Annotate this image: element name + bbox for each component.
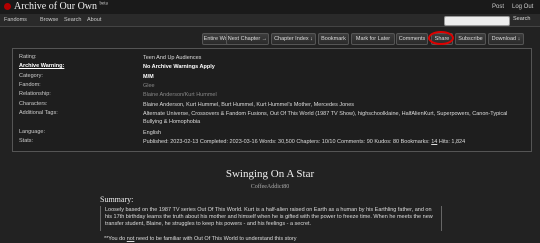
search-button[interactable]: Search: [511, 15, 532, 23]
nav-browse[interactable]: Browse: [40, 17, 58, 23]
download-button[interactable]: Download ↓: [488, 33, 524, 45]
rating-label: Rating:: [19, 54, 37, 60]
summary-text: Loosely based on the 1987 TV series Out …: [105, 207, 433, 227]
warning-label[interactable]: Archive Warning:: [19, 63, 64, 69]
language-label: Language:: [19, 129, 45, 135]
stats-label: Stats:: [19, 138, 34, 144]
language-value: English: [143, 130, 162, 136]
characters-label: Characters:: [19, 101, 48, 107]
summary-block: Loosely based on the 1987 TV series Out …: [100, 206, 442, 231]
nav-about[interactable]: About: [87, 17, 101, 23]
category-value[interactable]: M/M: [143, 73, 521, 81]
work-author[interactable]: CoffeeAddict80: [0, 184, 540, 190]
characters-value[interactable]: Blaine Anderson, Kurt Hummel, Burt Humme…: [143, 101, 521, 109]
rating-value[interactable]: Teen And Up Audiences: [143, 54, 521, 62]
logout-link[interactable]: Log Out: [512, 4, 533, 10]
nav-fandoms[interactable]: Fandoms: [4, 17, 27, 23]
fandom-value[interactable]: Glee: [143, 82, 521, 90]
category-label: Category:: [19, 73, 43, 79]
next-chapter-button[interactable]: Next Chapter →: [226, 33, 269, 45]
mark-for-later-button[interactable]: Mark for Later: [351, 33, 395, 45]
site-name[interactable]: Archive of Our Own beta: [14, 1, 108, 12]
relationship-label: Relationship:: [19, 91, 51, 97]
subscribe-button[interactable]: Subscribe: [455, 33, 486, 45]
comments-button[interactable]: Comments: [396, 33, 428, 45]
post-link[interactable]: Post: [492, 4, 504, 10]
nav-search[interactable]: Search: [64, 17, 81, 23]
stats-value: Published: 2023-02-13 Completed: 2023-03…: [143, 139, 466, 145]
tags-value[interactable]: Alternate Universe, Crossovers & Fandom …: [143, 110, 521, 126]
summary-heading: Summary:: [100, 195, 134, 204]
fandom-label: Fandom:: [19, 82, 41, 88]
share-highlight-circle: [428, 31, 454, 45]
ao3-logo-icon[interactable]: [4, 3, 11, 10]
tags-label: Additional Tags:: [19, 110, 58, 116]
search-input[interactable]: [444, 16, 510, 26]
work-meta: Rating: Teen And Up Audiences Archive Wa…: [12, 48, 532, 152]
warning-value[interactable]: No Archive Warnings Apply: [143, 63, 521, 71]
bookmark-button[interactable]: Bookmark: [318, 33, 349, 45]
work-title: Swinging On A Star: [225, 168, 315, 180]
site-header: Archive of Our Own beta Post Log Out: [0, 0, 540, 14]
relationship-value[interactable]: Blaine Anderson/Kurt Hummel: [143, 91, 521, 99]
chapter-index-button[interactable]: Chapter Index ↓: [271, 33, 316, 45]
author-note: **You do not need to be familiar with Ou…: [104, 236, 297, 242]
